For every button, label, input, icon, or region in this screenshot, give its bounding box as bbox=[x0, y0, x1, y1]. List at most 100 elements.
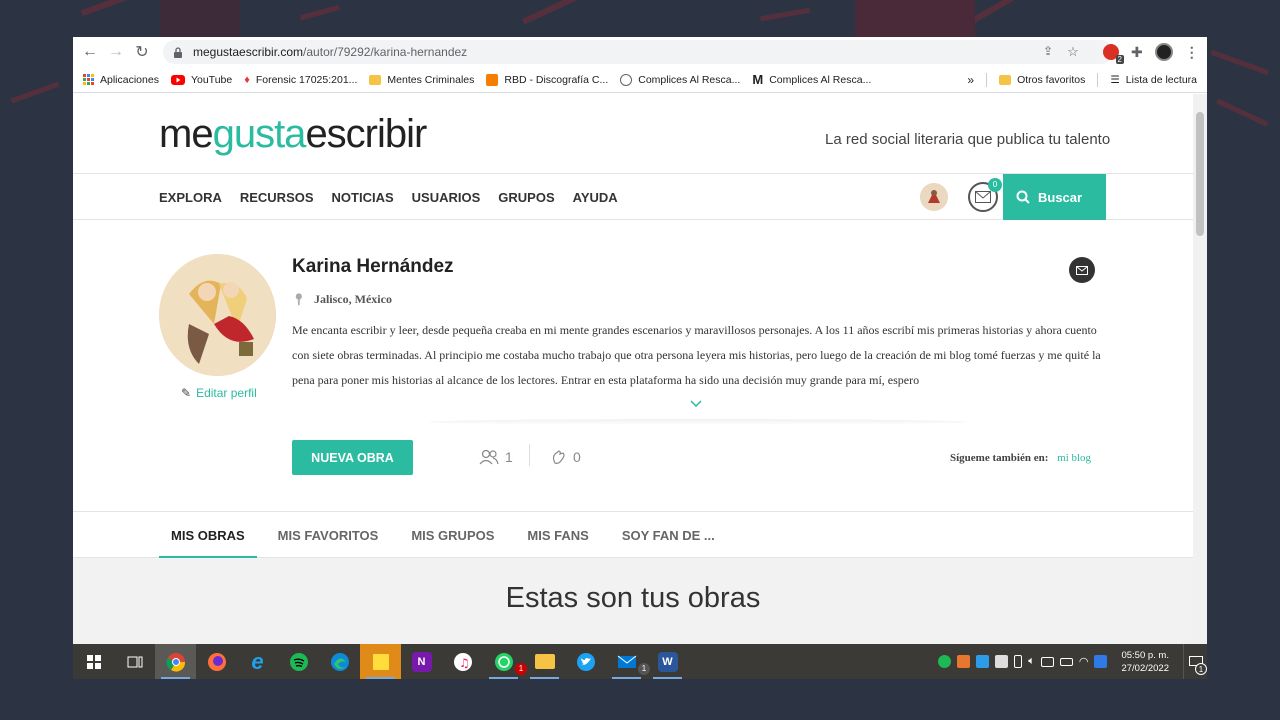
battery-icon[interactable] bbox=[1059, 657, 1073, 666]
system-tray: 🔈︎ ◠ 05:50 p. m. 27/02/2022 1 bbox=[938, 644, 1207, 679]
whatsapp-icon[interactable]: 1 bbox=[483, 644, 527, 679]
scrollbar[interactable] bbox=[1193, 94, 1207, 644]
bookmark-youtube[interactable]: YouTube bbox=[170, 74, 232, 86]
applause-count: 0 bbox=[573, 449, 581, 465]
youtube-icon bbox=[170, 74, 185, 85]
new-work-button[interactable]: NUEVA OBRA bbox=[292, 440, 413, 475]
tab-soy-fan-de[interactable]: SOY FAN DE ... bbox=[610, 512, 727, 558]
word-icon[interactable]: W bbox=[647, 644, 688, 679]
medium-icon: M bbox=[752, 72, 764, 87]
bookmark-label: RBD - Discografía C... bbox=[504, 73, 609, 86]
nav-grupos[interactable]: GRUPOS bbox=[498, 190, 554, 205]
language-icon[interactable] bbox=[1094, 655, 1108, 668]
reading-list[interactable]: ☰ Lista de lectura bbox=[1110, 74, 1197, 86]
star-icon[interactable]: ☆ bbox=[1067, 44, 1079, 60]
applause-stat[interactable]: 0 bbox=[551, 449, 581, 465]
search-button[interactable]: Buscar bbox=[1003, 174, 1106, 220]
more-bookmarks-button[interactable]: » bbox=[967, 73, 974, 87]
url-host: megustaescribir.com bbox=[193, 45, 304, 59]
location-pin-icon: 📍︎ bbox=[292, 294, 306, 306]
logo-text: me bbox=[159, 112, 214, 156]
profile-name: Karina Hernández bbox=[292, 256, 454, 277]
nav-ayuda[interactable]: AYUDA bbox=[573, 190, 618, 205]
forward-arrow-icon[interactable]: → bbox=[103, 39, 129, 65]
blog-link[interactable]: mi blog bbox=[1057, 452, 1091, 464]
mail-icon[interactable]: 1 bbox=[606, 644, 650, 679]
edge-icon[interactable] bbox=[319, 644, 360, 679]
nav-recursos[interactable]: RECURSOS bbox=[240, 190, 314, 205]
menu-dots-icon[interactable]: ⋮ bbox=[1185, 44, 1199, 61]
bookmark-rbd[interactable]: RBD - Discografía C... bbox=[486, 73, 609, 86]
mail-count-badge: 0 bbox=[988, 178, 1002, 192]
follow-label: Sígueme también en: bbox=[950, 452, 1049, 464]
bookmark-apps[interactable]: Aplicaciones bbox=[83, 74, 159, 86]
bookmark-label: Mentes Criminales bbox=[387, 73, 475, 86]
clap-icon bbox=[552, 450, 565, 464]
bookmark-label: Aplicaciones bbox=[100, 73, 159, 86]
file-explorer-icon[interactable] bbox=[524, 644, 565, 679]
bookmark-forensic[interactable]: ♦ Forensic 17025:201... bbox=[244, 74, 357, 86]
puzzle-icon[interactable]: ✚ bbox=[1131, 44, 1143, 61]
scrollbar-thumb[interactable] bbox=[1196, 112, 1204, 236]
sticky-notes-icon[interactable] bbox=[360, 644, 401, 679]
twitter-icon[interactable] bbox=[565, 644, 606, 679]
followers-stat[interactable]: 1 bbox=[479, 449, 513, 465]
site-header: megustaescribir La red social literaria … bbox=[73, 94, 1193, 174]
page-viewport: megustaescribir La red social literaria … bbox=[73, 94, 1193, 644]
other-favorites[interactable]: Otros favoritos bbox=[999, 74, 1085, 86]
wifi-icon[interactable]: ◠ bbox=[1079, 655, 1089, 668]
forensic-icon: ♦ bbox=[244, 73, 250, 86]
edit-profile-link[interactable]: ✎ Editar perfil bbox=[181, 386, 257, 400]
bookmark-complices-1[interactable]: Complices Al Resca... bbox=[620, 73, 741, 86]
profile-section: ✎ Editar perfil Karina Hernández 📍︎ Jali… bbox=[73, 220, 1193, 512]
bookmark-complices-2[interactable]: M Complices Al Resca... bbox=[752, 72, 871, 87]
chevron-down-icon[interactable] bbox=[690, 397, 702, 411]
display-icon[interactable] bbox=[1040, 656, 1054, 667]
divider bbox=[1097, 73, 1099, 87]
onenote-icon[interactable]: N bbox=[401, 644, 442, 679]
address-bar[interactable]: megustaescribir.com/autor/79292/karina-h… bbox=[163, 40, 1113, 64]
tab-mis-grupos[interactable]: MIS GRUPOS bbox=[399, 512, 506, 558]
chrome-icon[interactable] bbox=[155, 644, 196, 679]
windows-start-icon[interactable] bbox=[73, 644, 114, 679]
share-icon[interactable]: ⇪ bbox=[1043, 44, 1053, 60]
pencil-icon: ✎ bbox=[181, 386, 192, 400]
tab-mis-favoritos[interactable]: MIS FAVORITOS bbox=[266, 512, 391, 558]
works-title: Estas son tus obras bbox=[505, 582, 761, 614]
tab-mis-fans[interactable]: MIS FANS bbox=[515, 512, 600, 558]
task-view-icon[interactable] bbox=[114, 644, 155, 679]
envelope-icon bbox=[1076, 265, 1088, 275]
nav-explora[interactable]: EXPLORA bbox=[159, 190, 222, 205]
security-tray-icon[interactable] bbox=[995, 655, 1009, 668]
svg-text:♫: ♫ bbox=[459, 656, 470, 670]
notifications-icon[interactable]: 1 bbox=[1183, 644, 1207, 679]
extension-icon[interactable]: 2 bbox=[1103, 44, 1124, 64]
app-tray-icon[interactable] bbox=[976, 655, 990, 668]
spotify-icon[interactable] bbox=[278, 644, 319, 679]
tab-mis-obras[interactable]: MIS OBRAS bbox=[159, 512, 257, 559]
bookmark-mentes-criminales[interactable]: Mentes Criminales bbox=[369, 74, 474, 86]
spotify-tray-icon[interactable] bbox=[938, 655, 952, 668]
bookmark-label: Complices Al Resca... bbox=[638, 73, 741, 86]
itunes-icon[interactable]: ♫ bbox=[442, 644, 483, 679]
url-path: /autor/79292/karina-hernandez bbox=[303, 45, 468, 59]
clock[interactable]: 05:50 p. m. 27/02/2022 bbox=[1121, 649, 1169, 675]
user-avatar[interactable] bbox=[920, 183, 948, 211]
send-message-button[interactable] bbox=[1069, 257, 1095, 283]
firefox-icon[interactable] bbox=[196, 644, 237, 679]
usb-icon[interactable] bbox=[1014, 655, 1023, 668]
bookmark-label: Forensic 17025:201... bbox=[255, 73, 358, 86]
works-section: Estas son tus obras bbox=[73, 558, 1193, 644]
app-tray-icon[interactable] bbox=[957, 655, 971, 668]
back-arrow-icon[interactable]: ← bbox=[77, 39, 103, 65]
reload-icon[interactable]: ↻ bbox=[129, 39, 155, 65]
site-logo[interactable]: megustaescribir bbox=[159, 112, 427, 157]
profile-avatar-icon[interactable] bbox=[1154, 43, 1173, 61]
volume-icon[interactable]: 🔈︎ bbox=[1028, 655, 1035, 668]
logo-text: escribir bbox=[305, 112, 427, 156]
internet-explorer-icon[interactable]: e bbox=[237, 644, 278, 679]
nav-noticias[interactable]: NOTICIAS bbox=[332, 190, 394, 205]
clock-date: 27/02/2022 bbox=[1121, 662, 1169, 674]
inbox-button[interactable]: 0 bbox=[968, 178, 1002, 212]
nav-usuarios[interactable]: USUARIOS bbox=[412, 190, 481, 205]
